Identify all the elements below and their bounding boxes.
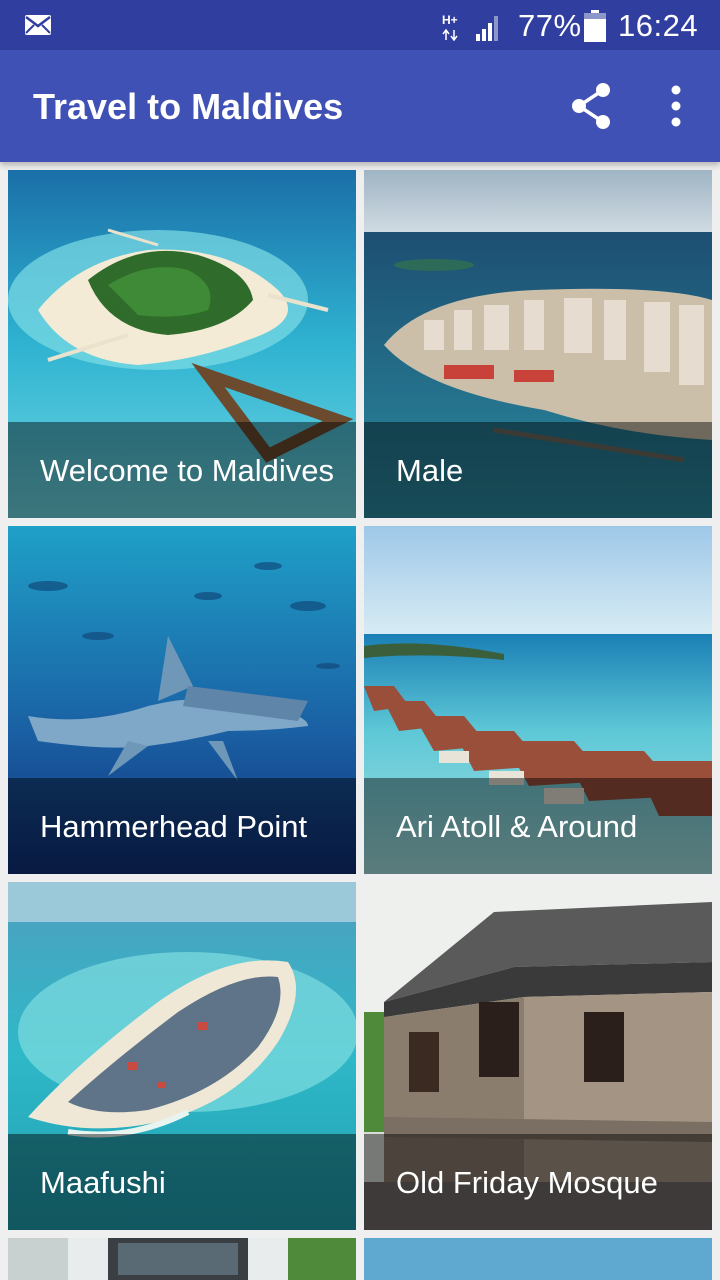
app-bar: Travel to Maldives	[0, 50, 720, 162]
battery-percent: 77%	[518, 8, 582, 43]
mail-icon	[25, 15, 51, 35]
signal-icon: H+	[442, 13, 498, 42]
status-bar: H+ 77% 16:24	[0, 0, 720, 50]
clock: 16:24	[618, 8, 699, 43]
share-icon[interactable]	[566, 80, 618, 132]
tile-image	[8, 1238, 356, 1280]
tile-ari-atoll[interactable]: Ari Atoll & Around	[364, 526, 712, 874]
tile-partial-right[interactable]	[364, 1238, 712, 1280]
tile-label: Maafushi	[40, 1165, 166, 1200]
tile-label: Male	[396, 453, 464, 488]
tile-label: Old Friday Mosque	[396, 1165, 658, 1200]
tile-partial-left[interactable]	[8, 1238, 356, 1280]
tile-label: Hammerhead Point	[40, 809, 308, 844]
app-title: Travel to Maldives	[33, 86, 344, 127]
tile-label: Ari Atoll & Around	[396, 809, 638, 844]
tile-welcome[interactable]: Welcome to Maldives	[8, 170, 356, 518]
tile-label: Welcome to Maldives	[40, 453, 335, 488]
svg-text:H+: H+	[442, 13, 458, 27]
battery-icon	[584, 10, 606, 42]
tile-maafushi[interactable]: Maafushi	[8, 882, 356, 1230]
tile-image	[364, 1238, 712, 1280]
tile-male[interactable]: Male	[364, 170, 712, 518]
more-vertical-icon[interactable]	[652, 80, 700, 132]
tile-hammerhead-point[interactable]: Hammerhead Point	[8, 526, 356, 874]
tile-old-friday-mosque[interactable]: Old Friday Mosque	[364, 882, 712, 1230]
